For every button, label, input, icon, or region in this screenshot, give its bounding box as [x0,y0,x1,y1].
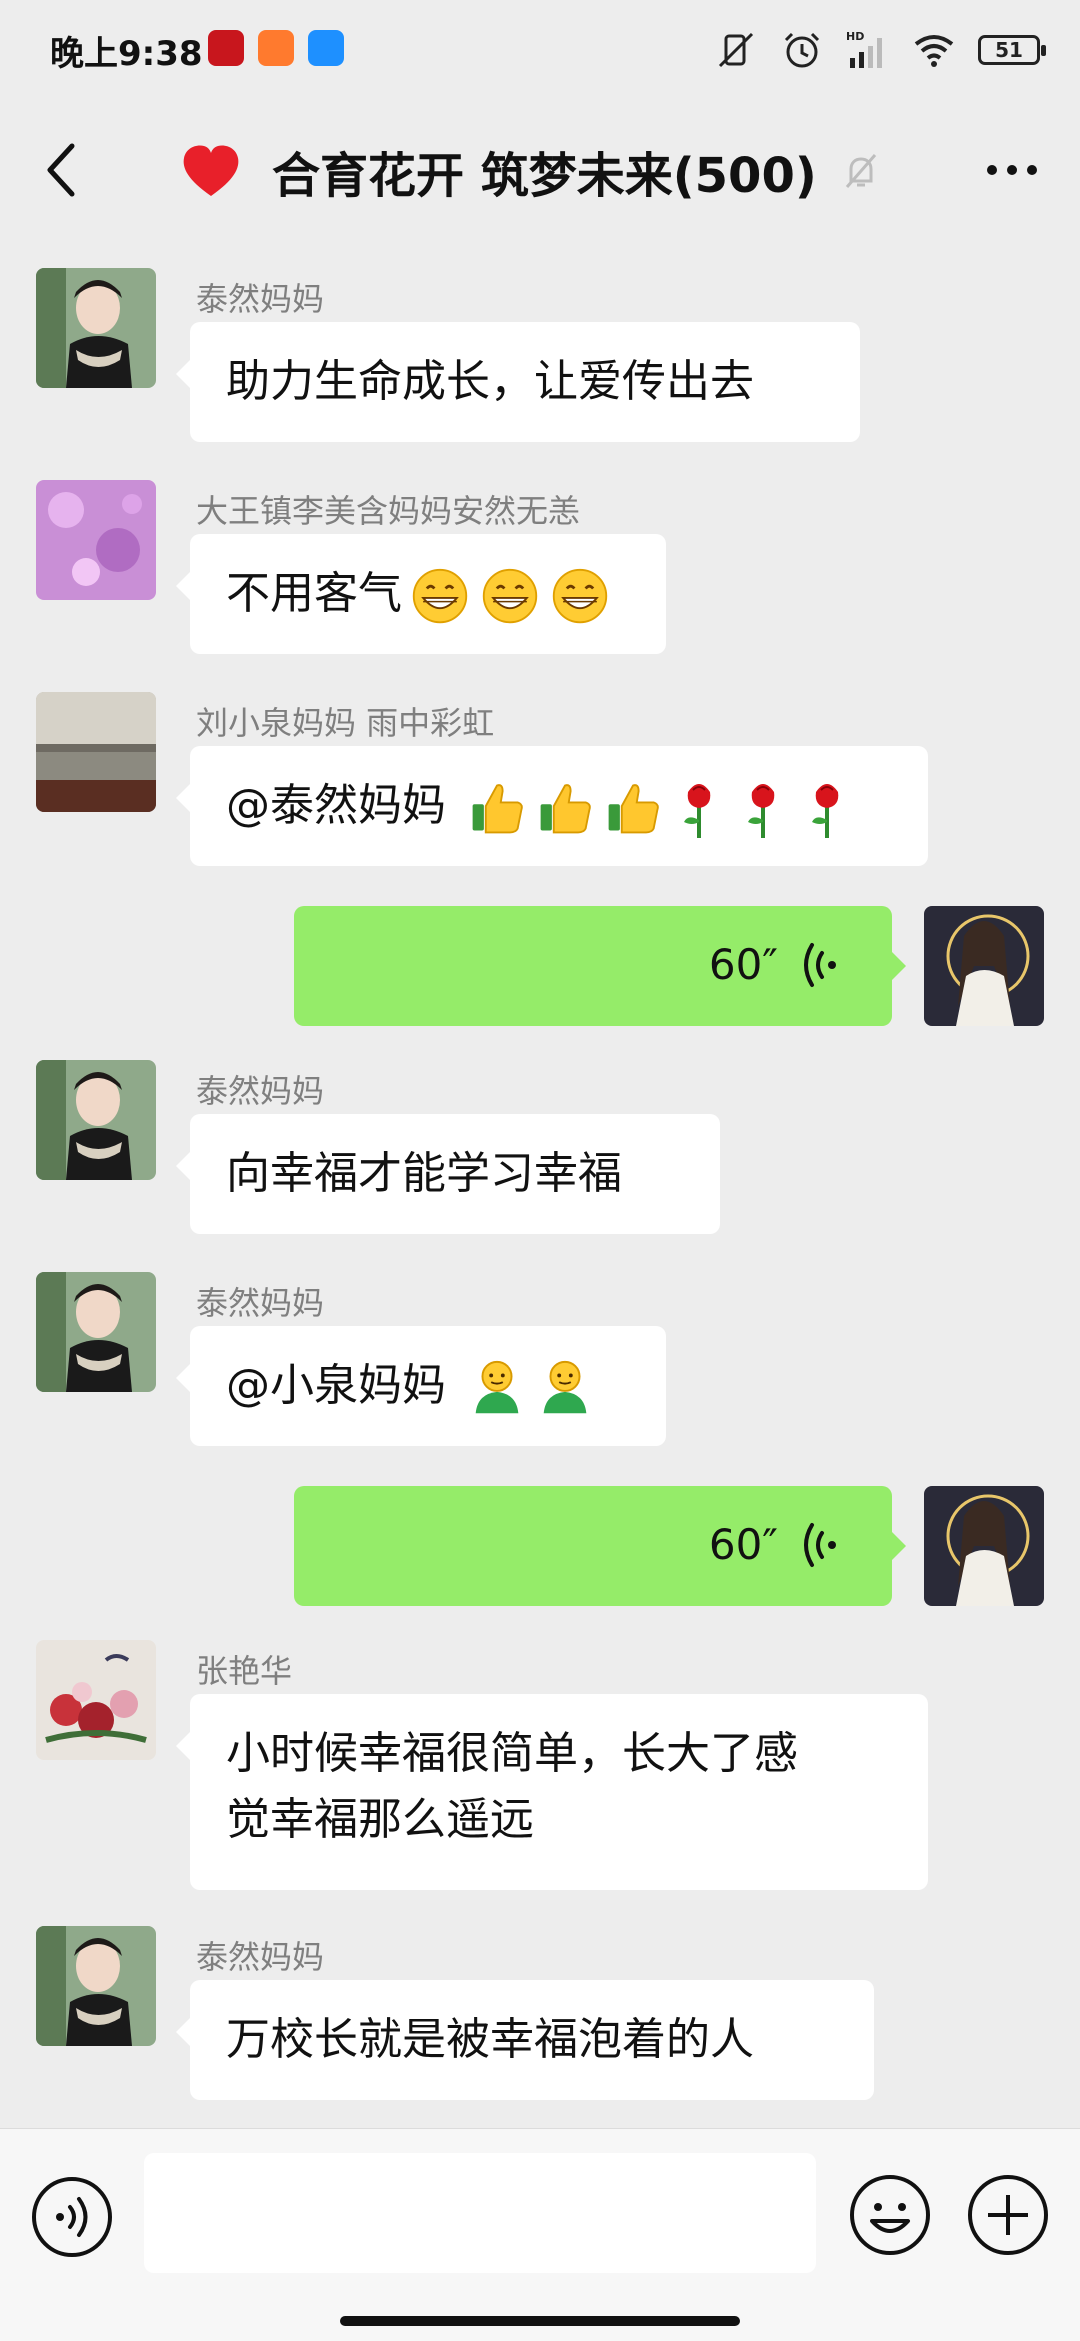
smile-icon[interactable] [848,2173,932,2257]
status-time: 晚上9:38 [50,34,203,74]
rose-icon [812,784,839,838]
message-text-line: 觉幸福那么遥远 [226,1794,534,1845]
message-bubble[interactable]: 小时候幸福很简单，长大了感 觉幸福那么遥远 [176,1694,928,1890]
thumbs-up-icon [540,784,591,834]
mute-bell-icon [845,154,876,188]
input-bar [0,2128,1080,2341]
avatar[interactable] [36,268,156,388]
voice-duration: 60″ [708,940,778,989]
message-text: 不用客气 [226,568,402,619]
voice-message[interactable]: 60″ [294,906,906,1026]
message-text: @泰然妈妈 [226,780,460,831]
group-name: 合育花开 筑梦未来(500) [272,148,817,204]
battery-indicator: 51 [978,35,1046,65]
sender-name: 泰然妈妈 [196,1284,325,1322]
chat-header: 合育花开 筑梦未来(500) [0,110,1080,230]
avatar[interactable] [36,1272,156,1392]
rose-icon [684,784,711,838]
sender-name: 泰然妈妈 [196,1938,325,1976]
message-bubble[interactable]: 助力生命成长，让爱传出去 [176,322,860,442]
back-icon[interactable] [38,140,88,200]
voice-message[interactable]: 60″ [294,1486,906,1606]
heart-icon [183,145,239,196]
voice-wave-icon [804,943,836,987]
voice-wave-icon [804,1523,836,1567]
home-indicator[interactable] [340,2316,740,2326]
avatar[interactable] [36,480,156,600]
message-text-line: 小时候幸福很简单，长大了感 [226,1728,798,1779]
person-emoji-icon [475,1360,519,1414]
grin-emoji-icon [482,568,538,624]
sender-name: 泰然妈妈 [196,280,325,318]
voice-input-icon[interactable] [30,2175,114,2259]
status-bar: 晚上9:38 HD 51 [0,0,1080,100]
person-emoji-icon [543,1360,587,1414]
sender-name: 张艳华 [196,1652,293,1690]
app-notification-icon [258,30,294,66]
vibrate-off-icon [718,32,754,68]
app-notification-icon [308,30,344,66]
grin-emoji-icon [552,568,608,624]
avatar[interactable] [36,1640,156,1760]
avatar[interactable] [36,1060,156,1180]
more-icon[interactable] [982,146,1042,194]
grin-emoji-icon [412,568,468,624]
message-bubble[interactable]: 不用客气 [176,534,666,654]
chat-title[interactable]: 合育花开 筑梦未来(500) [180,136,883,206]
message-input[interactable] [144,2153,816,2273]
message-text: 助力生命成长，让爱传出去 [226,356,754,407]
plus-icon[interactable] [966,2173,1050,2257]
wifi-icon [914,35,954,67]
sender-name: 刘小泉妈妈 雨中彩虹 [196,704,495,742]
message-text: 万校长就是被幸福泡着的人 [226,2014,754,2065]
message-bubble[interactable]: 万校长就是被幸福泡着的人 [176,1980,874,2100]
avatar[interactable] [924,906,1044,1026]
message-bubble[interactable]: 向幸福才能学习幸福 [176,1114,720,1234]
message-text: @小泉妈妈 [226,1360,460,1411]
voice-duration: 60″ [708,1520,778,1569]
rose-icon [748,784,775,838]
message-text: 向幸福才能学习幸福 [226,1148,622,1199]
signal-icon: HD [846,30,882,68]
avatar[interactable] [36,692,156,812]
message-bubble[interactable]: @泰然妈妈 [176,746,928,866]
sender-name: 大王镇李美含妈妈安然无恙 [196,492,581,530]
message-bubble[interactable]: @小泉妈妈 [176,1326,666,1446]
svg-text:HD: HD [846,30,864,43]
avatar[interactable] [36,1926,156,2046]
thumbs-up-icon [608,784,659,834]
alarm-icon [784,32,820,68]
thumbs-up-icon [472,784,523,834]
avatar[interactable] [924,1486,1044,1606]
app-notification-icon [208,30,244,66]
sender-name: 泰然妈妈 [196,1072,325,1110]
